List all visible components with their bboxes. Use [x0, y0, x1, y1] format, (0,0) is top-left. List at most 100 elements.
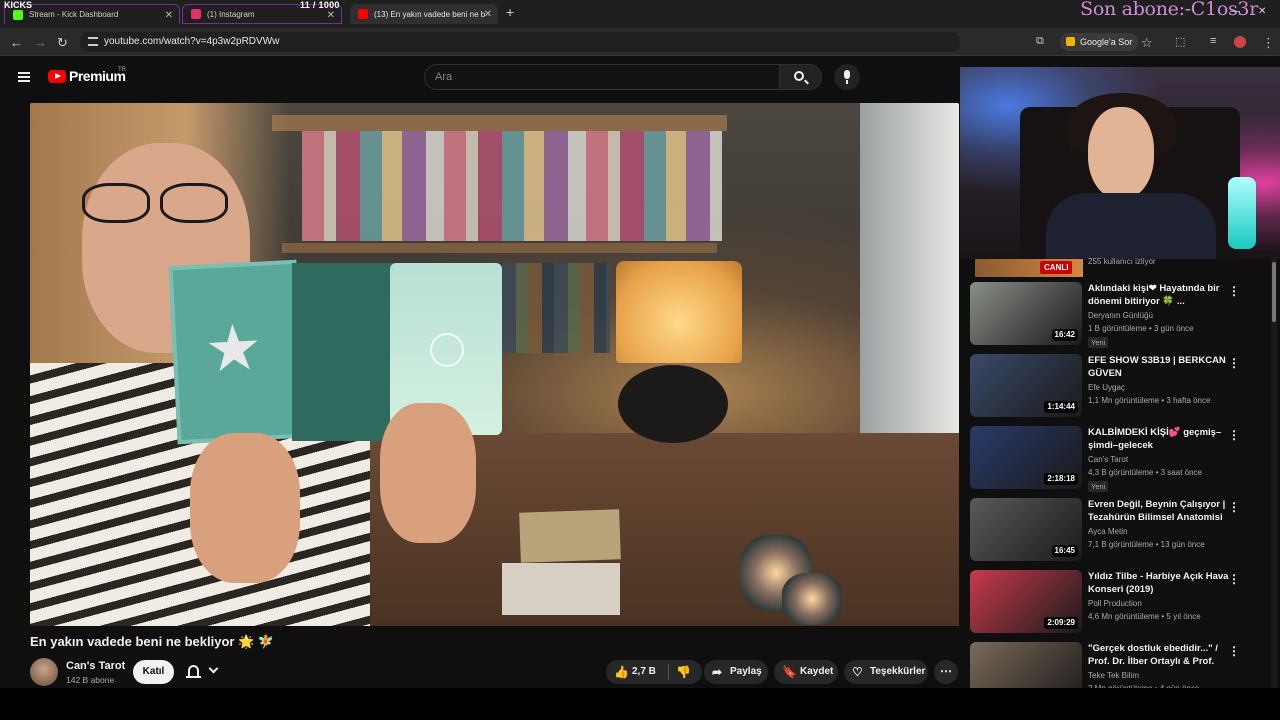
- recommendation-channel[interactable]: Poll Production: [1088, 599, 1142, 608]
- bookmark-star-icon[interactable]: ☆: [1141, 35, 1153, 51]
- streamer-body: [1046, 193, 1216, 259]
- thanks-button[interactable]: ♡ Teşekkürler: [844, 660, 928, 684]
- live-watching-count: 255 kullanıcı izliyor: [1088, 257, 1156, 266]
- more-options-icon[interactable]: ⋮: [1228, 572, 1240, 586]
- join-button[interactable]: Katıl: [133, 660, 174, 684]
- site-info-icon[interactable]: [88, 37, 98, 46]
- video-thumbnail[interactable]: 2:18:18: [970, 426, 1082, 489]
- new-badge: Yeni: [1088, 481, 1109, 492]
- live-badge: CANLI: [1040, 261, 1073, 274]
- shelf: [272, 115, 727, 131]
- close-tab-icon[interactable]: ✕: [165, 10, 173, 21]
- voice-search-mic-icon[interactable]: [834, 64, 860, 90]
- thumbs-down-icon[interactable]: 👎: [676, 665, 691, 679]
- video-thumbnail[interactable]: 1:14:44: [970, 354, 1082, 417]
- reload-icon[interactable]: ↻: [57, 35, 68, 51]
- more-options-icon[interactable]: ⋮: [1228, 500, 1240, 514]
- address-bar-row: ← → ↻ youtube.com/watch?v=4p3w2pRDVWw ⧉ …: [0, 28, 1280, 56]
- tarot-deck: [519, 509, 621, 563]
- youtube-header: Premium TR Ara: [0, 56, 960, 102]
- back-arrow-icon[interactable]: ←: [10, 35, 23, 50]
- tab-youtube-active[interactable]: (13) En yakın vadede beni ne b ✕: [350, 4, 498, 24]
- url-field[interactable]: youtube.com/watch?v=4p3w2pRDVWw: [80, 32, 960, 52]
- like-count[interactable]: 2,7 B: [632, 660, 656, 684]
- install-app-icon[interactable]: ⧉: [1036, 35, 1044, 48]
- bookmark-icon: 🔖: [782, 665, 797, 679]
- extensions-icon[interactable]: ⬚: [1175, 35, 1185, 48]
- hand: [190, 433, 300, 583]
- save-button[interactable]: 🔖 Kaydet: [774, 660, 838, 684]
- thanks-heart-icon: ♡: [852, 665, 863, 679]
- new-tab-button[interactable]: +: [506, 4, 514, 20]
- more-options-icon[interactable]: ⋮: [1228, 356, 1240, 370]
- menu-hamburger-icon[interactable]: [18, 72, 30, 82]
- notifications-bell-button[interactable]: [180, 660, 230, 684]
- bell-icon: [186, 665, 201, 678]
- tarot-card-roses: [292, 263, 404, 441]
- profile-avatar-icon[interactable]: [1234, 36, 1246, 48]
- recommendation-item[interactable]: 1:14:44 EFE SHOW S3B19 | BERKCAN GÜVEN Efe…: [970, 354, 1268, 422]
- tarot-deck: [502, 563, 620, 615]
- recommendation-channel[interactable]: Deryanın Günlüğü: [1088, 311, 1153, 320]
- forward-arrow-icon[interactable]: →: [34, 35, 47, 50]
- duration-badge: 1:14:44: [1044, 401, 1078, 413]
- recommendation-item[interactable]: 16:42 Aklındaki kişi❤ Hayatında bir dönem…: [970, 282, 1268, 350]
- reading-list-icon[interactable]: ≡: [1210, 35, 1216, 47]
- save-label: Kaydet: [800, 666, 834, 677]
- url-text: youtube.com/watch?v=4p3w2pRDVWw: [104, 36, 280, 47]
- menu-dots-icon[interactable]: ⋮: [1262, 35, 1275, 51]
- glasses: [82, 183, 228, 223]
- recommendation-title[interactable]: Evren Değil, Beynin Çalışıyor | Tezahürü…: [1088, 498, 1234, 524]
- close-window-icon[interactable]: ✕: [1258, 6, 1266, 17]
- hand: [380, 403, 476, 543]
- recommendation-title[interactable]: "Gerçek dostluk ebedidir..." / Prof. Dr.…: [1088, 642, 1234, 668]
- search-input[interactable]: Ara: [424, 64, 780, 90]
- video-thumbnail[interactable]: 2:09:29: [970, 570, 1082, 633]
- recommendation-channel[interactable]: Teke Tek Bilim: [1088, 671, 1139, 680]
- stream-overlay-kicks: KICKS: [4, 0, 33, 10]
- video-player[interactable]: [30, 103, 959, 626]
- recommendation-title[interactable]: Aklındaki kişi❤ Hayatında bir dönemi bit…: [1088, 282, 1234, 308]
- streamer-webcam-overlay: [960, 67, 1280, 259]
- logo-country-code: TR: [118, 67, 126, 73]
- youtube-logo-icon[interactable]: [48, 70, 66, 83]
- subscriber-count: 142 B abone: [66, 675, 115, 685]
- youtube-logo-text[interactable]: Premium: [69, 68, 126, 84]
- more-options-icon[interactable]: ⋮: [1228, 284, 1240, 298]
- recommendation-title[interactable]: EFE SHOW S3B19 | BERKCAN GÜVEN: [1088, 354, 1234, 380]
- recommendation-title[interactable]: Yıldız Tilbe - Harbiye Açık Hava Konseri…: [1088, 570, 1234, 596]
- recommendation-item[interactable]: 2:09:29 Yıldız Tilbe - Harbiye Açık Hava …: [970, 570, 1268, 638]
- duration-badge: 2:18:18: [1044, 473, 1078, 485]
- sidebar-scrollbar[interactable]: [1271, 258, 1277, 688]
- channel-name[interactable]: Can's Tarot: [66, 660, 125, 672]
- recommendation-channel[interactable]: Ayca Metin: [1088, 527, 1127, 536]
- recommendation-item[interactable]: 16:45 Evren Değil, Beynin Çalışıyor | Tez…: [970, 498, 1268, 566]
- recommendation-channel[interactable]: Can's Tarot: [1088, 455, 1128, 464]
- more-actions-icon[interactable]: ⋯: [934, 660, 958, 684]
- search-icon: [794, 71, 804, 81]
- close-tab-icon[interactable]: ✕: [484, 9, 492, 20]
- recommendation-title[interactable]: KALBİMDEKİ KİŞİ💕 geçmiş–şimdi–gelecek: [1088, 426, 1234, 452]
- stream-overlay-counter: 11 / 1000: [300, 0, 340, 10]
- recommendation-item[interactable]: 2:18:18 KALBİMDEKİ KİŞİ💕 geçmiş–şimdi–gel…: [970, 426, 1268, 494]
- more-options-icon[interactable]: ⋮: [1228, 644, 1240, 658]
- lamp-shade: [616, 261, 742, 363]
- browser-tab-strip: Stream - Kick Dashboard ✕ (1) Instagram …: [0, 0, 1280, 28]
- recommendation-channel[interactable]: Efe Uygaç: [1088, 383, 1125, 392]
- duration-badge: 16:42: [1051, 329, 1078, 341]
- recommendation-meta: 4,3 B görüntüleme • 3 saat önce: [1088, 468, 1202, 477]
- video-thumbnail[interactable]: 16:45: [970, 498, 1082, 561]
- video-thumbnail[interactable]: 16:42: [970, 282, 1082, 345]
- more-options-icon[interactable]: ⋮: [1228, 428, 1240, 442]
- recommendation-meta: 7,1 B görüntüleme • 13 gün önce: [1088, 540, 1205, 549]
- share-button[interactable]: ➦ Paylaş: [704, 660, 768, 684]
- minimize-icon[interactable]: —: [1230, 6, 1240, 17]
- search-button[interactable]: [780, 64, 822, 90]
- close-tab-icon[interactable]: ✕: [327, 10, 335, 21]
- recommendation-meta: 4,6 Mn görüntüleme • 5 yıl önce: [1088, 612, 1201, 621]
- divider: [668, 664, 669, 680]
- thumbs-up-icon[interactable]: 👍: [614, 665, 629, 679]
- google-ask-button[interactable]: Google'a Sor: [1060, 33, 1139, 51]
- share-arrow-icon: ➦: [712, 665, 723, 679]
- channel-avatar[interactable]: [30, 658, 58, 686]
